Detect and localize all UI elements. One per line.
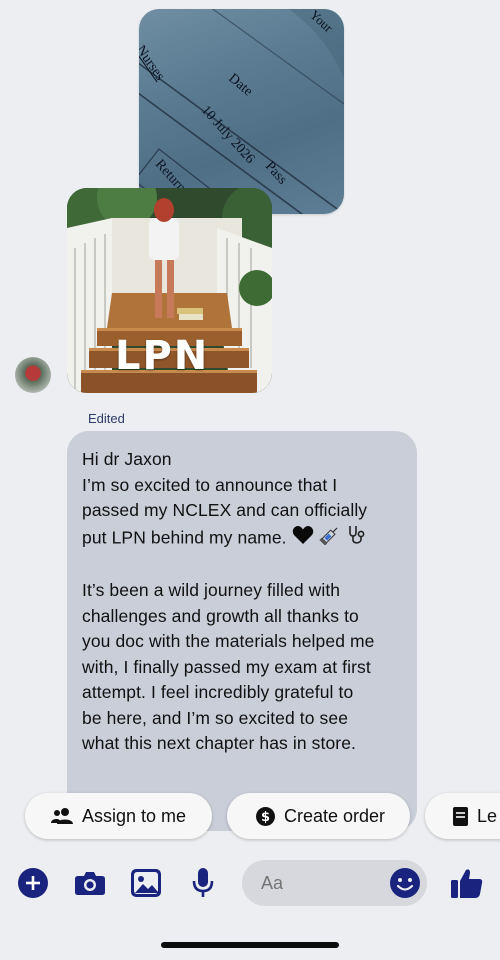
syringe-icon	[318, 525, 341, 553]
message-line-1: Hi dr Jaxon	[82, 449, 172, 469]
camera-icon[interactable]	[70, 855, 110, 911]
message-line-2: I’m so excited to announce that I	[82, 474, 338, 495]
message-p2-line-5: attempt. I feel incredibly grateful to	[82, 682, 354, 702]
message-p2-line-3: you doc with the materials helped me	[82, 631, 375, 651]
message-p2-line-4: with, I finally passed my exam at first	[82, 656, 371, 677]
third-quick-reply-button[interactable]: Le	[425, 793, 500, 839]
sender-avatar[interactable]	[15, 357, 51, 393]
home-indicator[interactable]	[161, 942, 339, 948]
people-icon	[51, 807, 73, 825]
plus-circle-icon[interactable]	[13, 855, 53, 911]
message-input[interactable]	[261, 860, 381, 906]
lpn-photo[interactable]: LPN	[67, 188, 272, 393]
composer-bar	[0, 855, 500, 911]
gallery-icon[interactable]	[126, 855, 166, 911]
edited-label: Edited	[88, 411, 125, 426]
assign-to-me-label: Assign to me	[82, 805, 187, 826]
message-p2-line-1: It’s been a wild journey filled with	[82, 580, 341, 600]
message-p2-line-6: be here, and I’m so excited to see	[82, 707, 349, 728]
third-quick-reply-label: Le	[477, 805, 498, 826]
message-bubble[interactable]: Hi dr Jaxon I’m so excited to announce t…	[67, 431, 417, 831]
dollar-circle-icon: $	[256, 806, 275, 826]
emoji-icon[interactable]	[389, 867, 421, 904]
create-order-button[interactable]: $ Create order	[227, 793, 410, 839]
quick-replies: Assign to me $ Create order Le	[0, 789, 500, 843]
stethoscope-icon	[346, 524, 368, 554]
lpn-sign-text: LPN	[115, 333, 210, 379]
document-icon	[453, 806, 468, 826]
create-order-label: Create order	[284, 805, 386, 826]
microphone-icon[interactable]	[183, 855, 223, 911]
svg-text:$: $	[261, 810, 270, 825]
message-p2-line-2: challenges and growth all thanks to	[82, 605, 359, 626]
black-heart-icon	[292, 525, 314, 553]
message-line-3: passed my NCLEX and can officially	[82, 500, 368, 520]
assign-to-me-button[interactable]: Assign to me	[25, 793, 212, 839]
document-photo[interactable]: Nurses Date 10 July 2026 Pass Return to …	[139, 9, 344, 214]
thumbs-up-icon[interactable]	[447, 855, 487, 911]
message-composer[interactable]	[242, 860, 427, 906]
message-p2-line-7: what this next chapter has in store.	[82, 733, 357, 753]
message-line-4: put LPN behind my name.	[82, 524, 401, 554]
message-line-4-text: put LPN behind my name.	[82, 526, 287, 547]
